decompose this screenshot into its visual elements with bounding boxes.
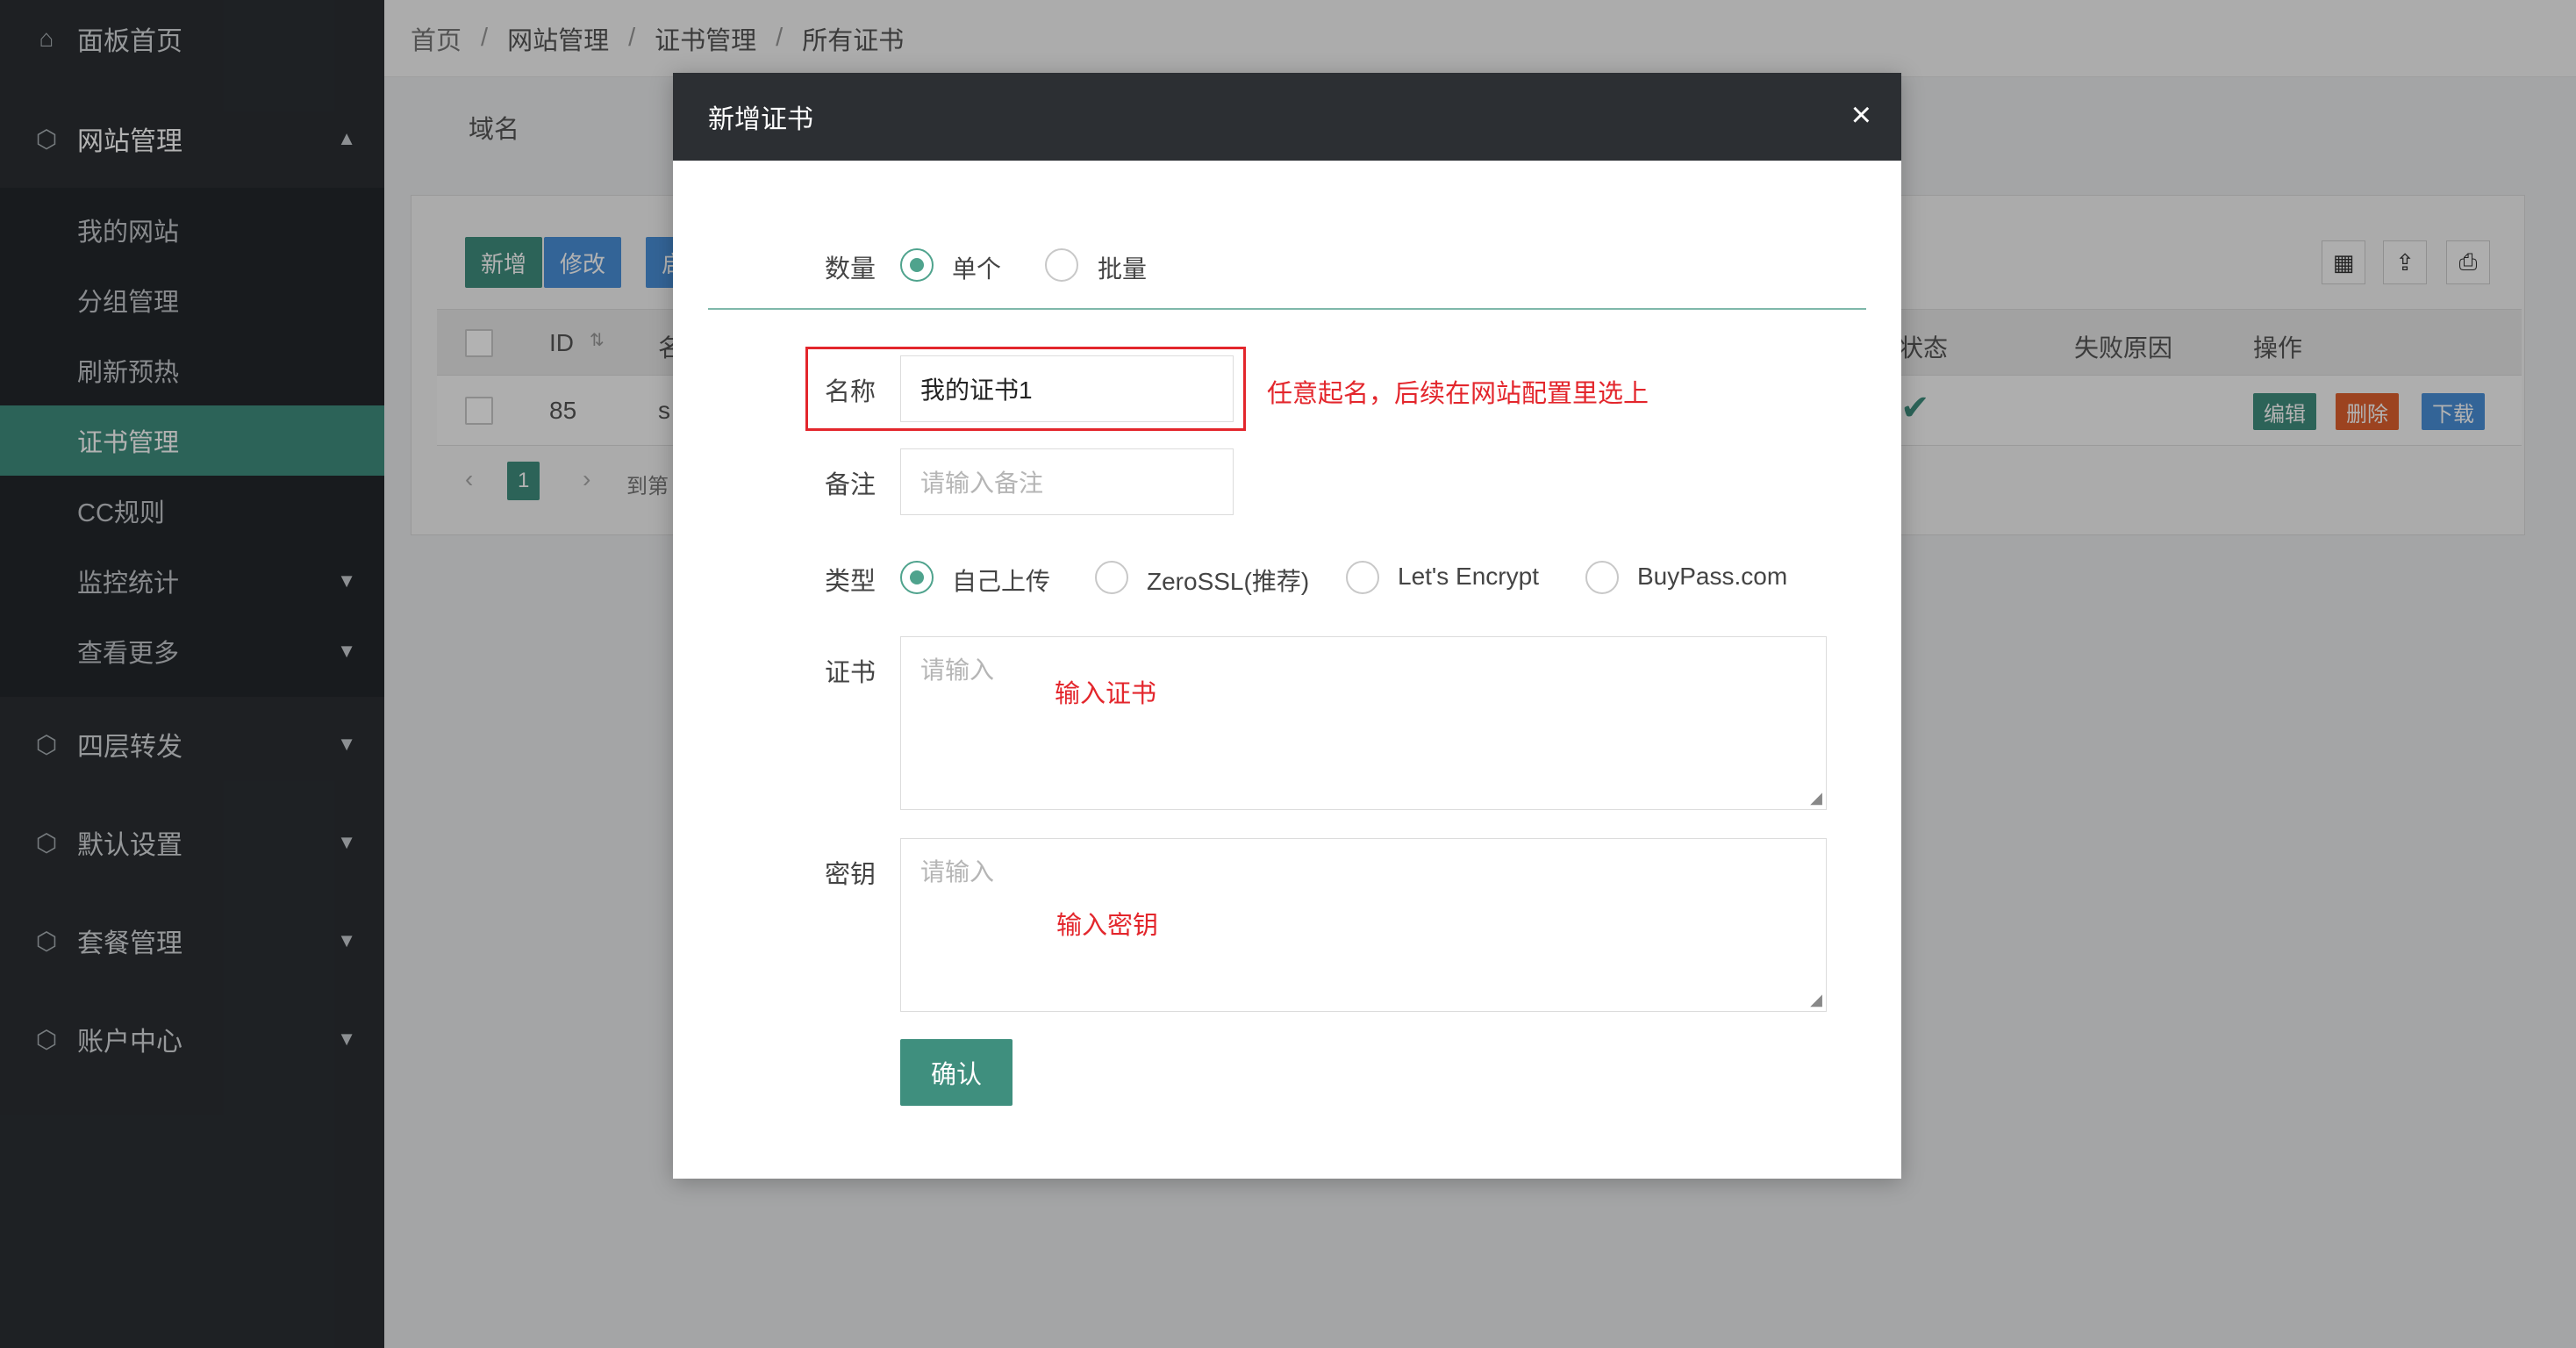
resize-grip-icon[interactable]: ◢ bbox=[1810, 789, 1822, 807]
type-buypass-radio[interactable] bbox=[1585, 561, 1619, 594]
remark-placeholder: 请输入备注 bbox=[920, 470, 1044, 497]
dialog-title: 新增证书 bbox=[708, 105, 813, 134]
quantity-single-label[interactable]: 单个 bbox=[952, 250, 1001, 285]
name-input-value: 我的证书1 bbox=[920, 376, 1033, 404]
key-label: 密钥 bbox=[825, 861, 877, 889]
name-input[interactable]: 我的证书1 bbox=[900, 355, 1234, 422]
remark-input[interactable]: 请输入备注 bbox=[900, 448, 1234, 515]
add-certificate-dialog: 新增证书 × 数量 单个 批量 名称 我的证书1 任意起名，后续在网站配置里选上… bbox=[673, 73, 1901, 1179]
dialog-header: 新增证书 × bbox=[673, 73, 1901, 161]
type-label: 类型 bbox=[825, 568, 877, 596]
name-label: 名称 bbox=[825, 378, 877, 406]
type-upload-radio[interactable] bbox=[900, 561, 934, 594]
key-placeholder: 请输入 bbox=[920, 858, 995, 886]
type-letsencrypt-label[interactable]: Let's Encrypt bbox=[1398, 563, 1539, 591]
type-zerossl-radio[interactable] bbox=[1095, 561, 1128, 594]
cert-annotation: 输入证书 bbox=[1055, 680, 1157, 708]
section-divider bbox=[708, 308, 1866, 310]
name-annotation: 任意起名，后续在网站配置里选上 bbox=[1267, 380, 1649, 408]
cert-label: 证书 bbox=[825, 659, 877, 687]
type-letsencrypt-radio[interactable] bbox=[1346, 561, 1379, 594]
remark-label: 备注 bbox=[825, 471, 877, 499]
app-window: ⌂ 面板首页 ⬡ 网站管理 ▲ 我的网站 分组管理 刷新预热 证书管理 CC规则… bbox=[0, 0, 2576, 1348]
confirm-button[interactable]: 确认 bbox=[900, 1039, 1013, 1106]
quantity-label: 数量 bbox=[825, 255, 877, 283]
key-textarea[interactable]: 请输入 ◢ bbox=[900, 838, 1827, 1012]
cert-textarea[interactable]: 请输入 ◢ bbox=[900, 636, 1827, 810]
type-buypass-label[interactable]: BuyPass.com bbox=[1637, 563, 1787, 591]
type-upload-label[interactable]: 自己上传 bbox=[952, 563, 1050, 598]
quantity-batch-label[interactable]: 批量 bbox=[1098, 250, 1147, 285]
close-icon[interactable]: × bbox=[1851, 97, 1871, 133]
quantity-single-radio[interactable] bbox=[900, 248, 934, 282]
cert-placeholder: 请输入 bbox=[920, 656, 995, 684]
quantity-batch-radio[interactable] bbox=[1045, 248, 1078, 282]
key-annotation: 输入密钥 bbox=[1056, 912, 1159, 940]
type-zerossl-label[interactable]: ZeroSSL(推荐) bbox=[1147, 563, 1309, 598]
resize-grip-icon[interactable]: ◢ bbox=[1810, 991, 1822, 1009]
